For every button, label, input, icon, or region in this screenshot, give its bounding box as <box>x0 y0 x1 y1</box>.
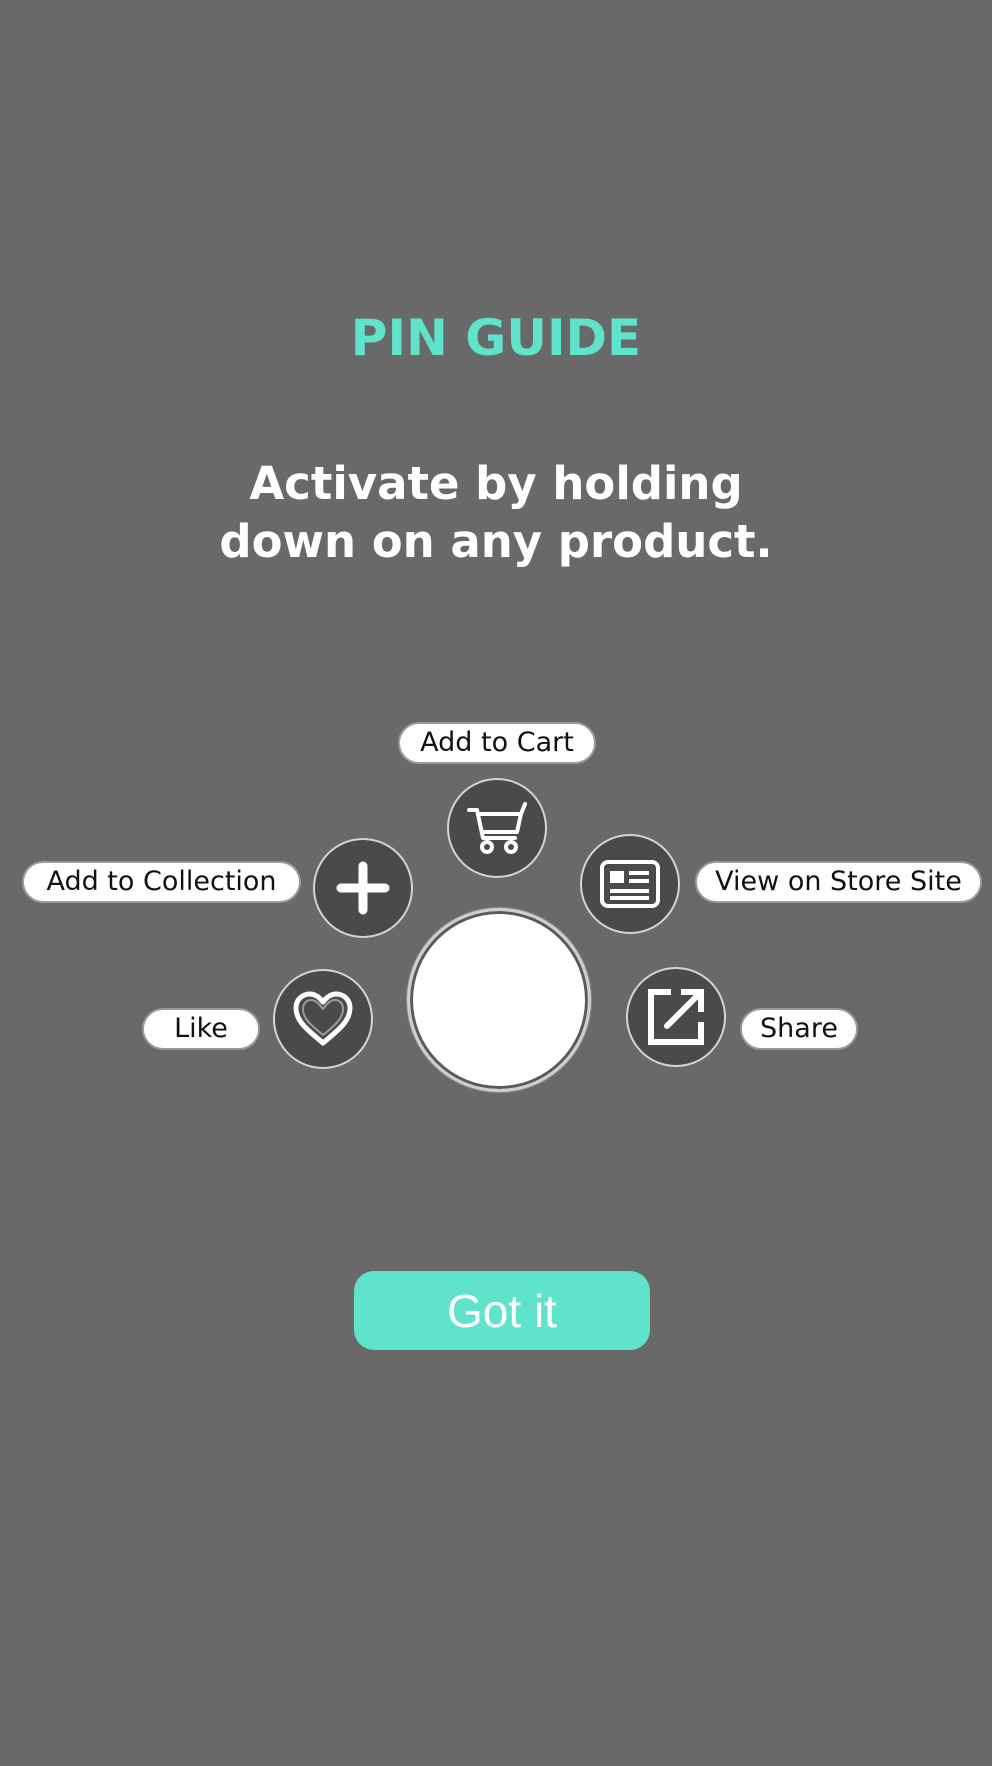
share-icon <box>648 989 704 1045</box>
share-button[interactable] <box>626 967 726 1067</box>
guide-instructions: Activate by holding down on any product. <box>196 455 796 571</box>
page-title: PIN GUIDE <box>350 309 642 367</box>
add-to-cart-button[interactable] <box>447 778 547 878</box>
plus-icon <box>336 861 390 915</box>
add-to-collection-label: Add to Collection <box>22 861 301 903</box>
article-icon <box>600 860 660 908</box>
share-label: Share <box>740 1008 858 1050</box>
view-on-store-site-button[interactable] <box>580 834 680 934</box>
product-hold-target[interactable] <box>407 908 591 1092</box>
instruction-line-2: down on any product. <box>219 515 773 568</box>
got-it-button[interactable]: Got it <box>354 1271 650 1350</box>
view-on-store-site-label: View on Store Site <box>695 861 982 903</box>
instruction-line-1: Activate by holding <box>249 457 743 510</box>
heart-icon <box>293 991 353 1046</box>
like-button[interactable] <box>273 969 373 1069</box>
cart-icon <box>467 802 527 854</box>
like-label: Like <box>142 1008 260 1050</box>
add-to-collection-button[interactable] <box>313 838 413 938</box>
add-to-cart-label: Add to Cart <box>398 722 596 764</box>
